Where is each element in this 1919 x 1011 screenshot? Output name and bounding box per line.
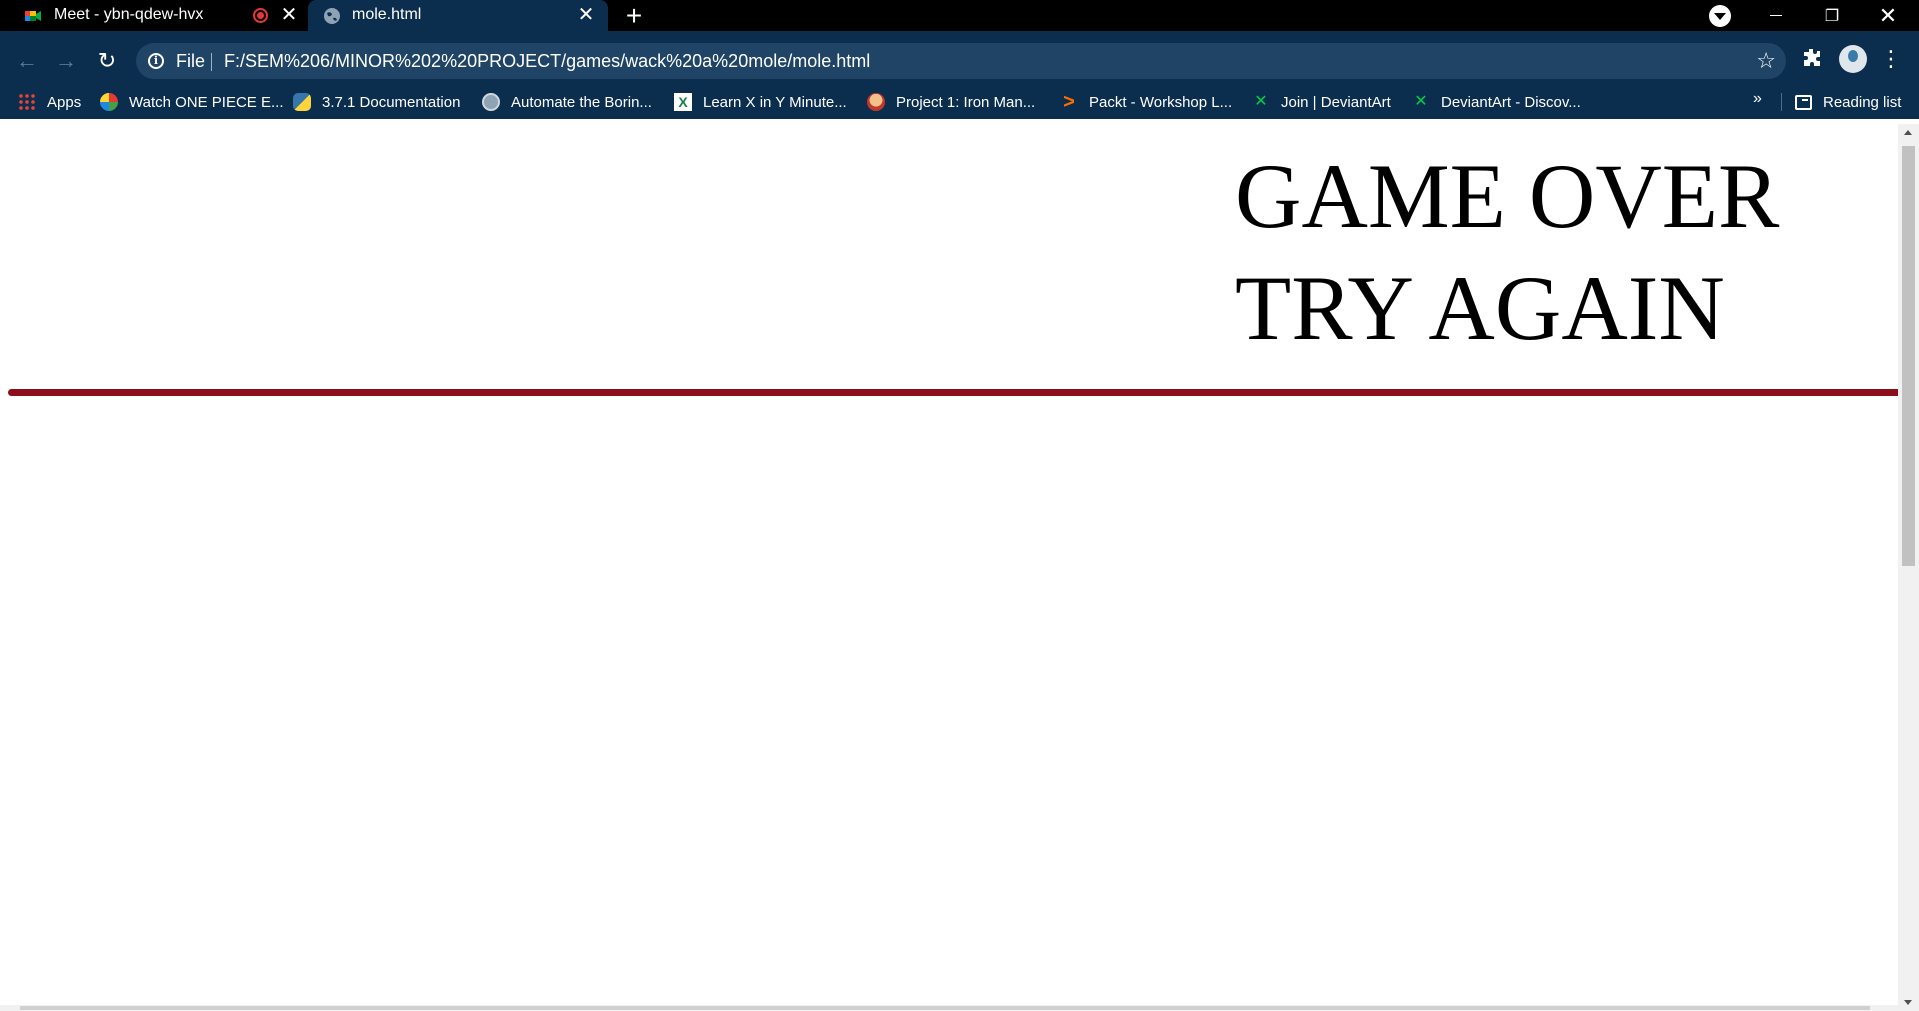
back-button[interactable]: ←	[12, 46, 42, 76]
bookmark-one-piece[interactable]: Watch ONE PIECE E...	[100, 85, 283, 119]
new-tab-button[interactable]: +	[620, 2, 648, 30]
scroll-up-arrow-icon[interactable]	[1904, 130, 1912, 135]
horizontal-scrollbar-thumb[interactable]	[20, 1006, 1870, 1010]
address-divider	[211, 53, 212, 71]
bookmark-iron-man[interactable]: Project 1: Iron Man...	[867, 85, 1035, 119]
minimize-button[interactable]	[1748, 0, 1804, 31]
ironman-icon	[867, 93, 885, 111]
packt-icon: >	[1063, 91, 1075, 113]
bookmark-label: Automate the Borin...	[511, 93, 652, 111]
more-bookmarks-button[interactable]: »	[1753, 90, 1762, 108]
page-viewport: GAME OVER TRY AGAIN	[0, 124, 1898, 1011]
tab-title: Meet - ybn-qdew-hvx	[54, 6, 204, 23]
try-again-line: TRY AGAIN	[1235, 257, 1725, 359]
bookmark-label: 3.7.1 Documentation	[322, 93, 461, 111]
bookmark-star-icon[interactable]: ☆	[1756, 48, 1776, 74]
scrollbar-thumb[interactable]	[1902, 146, 1915, 566]
game-over-line: GAME OVER	[1235, 145, 1780, 247]
game-divider-bar	[8, 389, 1898, 396]
bookmark-deviantart-discover[interactable]: ✕ DeviantArt - Discov...	[1412, 85, 1581, 119]
game-over-message: GAME OVER TRY AGAIN	[1235, 140, 1875, 364]
bookmarks-divider	[1781, 93, 1782, 111]
bookmark-packt[interactable]: > Packt - Workshop L...	[1060, 85, 1232, 119]
reading-list-button[interactable]: Reading list	[1795, 85, 1901, 119]
maximize-button[interactable]: ❐	[1804, 0, 1860, 31]
menu-icon[interactable]: ⋮	[1880, 45, 1902, 73]
apps-grid-icon	[18, 93, 36, 111]
tab-title: mole.html	[352, 6, 422, 23]
info-icon[interactable]: i	[148, 53, 164, 69]
deviantart-icon: ✕	[1254, 93, 1268, 110]
bookmark-join-deviantart[interactable]: ✕ Join | DeviantArt	[1252, 85, 1391, 119]
horizontal-scrollbar[interactable]	[0, 1005, 1898, 1011]
tab-strip: Meet - ybn-qdew-hvx ✕ mole.html ✕ + ❐ ✕	[0, 0, 1919, 31]
onepiece-icon	[100, 93, 118, 111]
python-icon	[293, 93, 311, 111]
scheme-label: File	[176, 51, 206, 71]
google-meet-icon	[24, 7, 42, 25]
bookmark-label: Join | DeviantArt	[1281, 93, 1391, 111]
scroll-down-arrow-icon[interactable]	[1904, 1000, 1912, 1005]
profile-avatar[interactable]	[1839, 45, 1867, 73]
globe-icon	[323, 7, 341, 25]
window-close-button[interactable]: ✕	[1860, 0, 1916, 31]
bookmark-label: Watch ONE PIECE E...	[129, 93, 284, 111]
tab-search-icon[interactable]	[1709, 5, 1731, 27]
reading-list-label: Reading list	[1823, 93, 1902, 111]
close-icon[interactable]: ✕	[575, 4, 597, 26]
bookmark-automate[interactable]: Automate the Borin...	[482, 85, 652, 119]
close-icon[interactable]: ✕	[278, 4, 300, 26]
bookmark-python-docs[interactable]: 3.7.1 Documentation	[293, 85, 460, 119]
bookmark-label: Packt - Workshop L...	[1089, 93, 1233, 111]
recording-icon	[253, 8, 268, 23]
bookmarks-bar: Apps Watch ONE PIECE E... 3.7.1 Document…	[0, 85, 1919, 119]
learnx-icon: X	[674, 93, 692, 111]
address-bar[interactable]: i File F:/SEM%206/MINOR%202%20PROJECT/ga…	[136, 43, 1786, 79]
reading-list-icon	[1795, 94, 1812, 110]
forward-button[interactable]: →	[51, 46, 81, 76]
bookmark-label: Learn X in Y Minute...	[703, 93, 847, 111]
extensions-icon[interactable]	[1800, 46, 1824, 70]
deviantart-icon: ✕	[1414, 93, 1428, 110]
bookmark-label: DeviantArt - Discov...	[1441, 93, 1581, 111]
tab-mole[interactable]: mole.html ✕	[308, 0, 608, 31]
vertical-scrollbar[interactable]	[1898, 124, 1919, 1011]
browser-toolbar: ← → ↻ i File F:/SEM%206/MINOR%202%20PROJ…	[0, 31, 1919, 119]
reload-button[interactable]: ↻	[92, 46, 122, 76]
bookmark-apps[interactable]: Apps	[18, 85, 81, 119]
bookmark-learnx[interactable]: X Learn X in Y Minute...	[674, 85, 847, 119]
bookmark-label: Project 1: Iron Man...	[896, 93, 1036, 111]
bookmark-label: Apps	[47, 93, 82, 111]
url-text[interactable]: F:/SEM%206/MINOR%202%20PROJECT/games/wac…	[224, 51, 870, 72]
globe-icon	[482, 93, 500, 111]
tab-meet[interactable]: Meet - ybn-qdew-hvx ✕	[0, 0, 307, 31]
